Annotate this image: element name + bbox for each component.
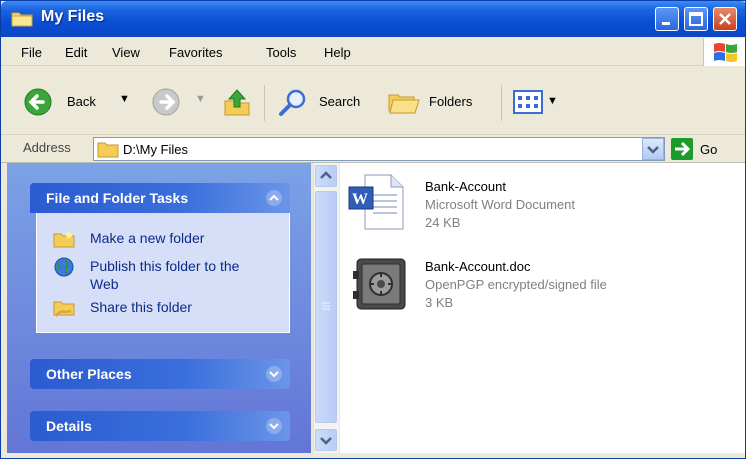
address-label: Address [23,140,71,155]
menu-favorites[interactable]: Favorites [169,45,222,60]
search-label: Search [319,94,361,109]
windows-flag-icon [714,43,737,62]
menu-bar: File Edit View Favorites Tools Help [1,37,745,66]
chevron-down-icon[interactable] [266,418,282,434]
forward-arrow-icon [152,88,180,116]
up-folder-icon[interactable] [223,87,251,117]
file-name[interactable]: Bank-Account.doc [425,259,531,274]
go-label[interactable]: Go [700,142,717,157]
file-size: 24 KB [425,215,461,230]
address-value: D:\My Files [123,142,188,157]
title-bar[interactable]: My Files [1,1,745,37]
file-name[interactable]: Bank-Account [425,179,506,194]
back-label: Back [67,94,96,109]
chevron-up-icon [320,171,332,179]
close-button[interactable] [713,7,737,31]
folder-icon [97,142,119,158]
safe-icon [353,258,406,310]
panel-title: File and Folder Tasks [46,190,189,206]
back-button[interactable]: Back ▼ [23,87,143,119]
maximize-button[interactable] [684,7,708,31]
grip-icon [322,302,330,310]
explorer-window: My Files File Edit View Favorites Tools … [0,0,746,459]
window-title: My Files [41,8,105,25]
share-folder-icon [53,301,75,317]
task-make-new-folder[interactable]: Make a new folder [90,229,204,247]
new-folder-icon [53,232,75,248]
close-icon [719,13,731,25]
maximize-icon [689,12,703,26]
file-type: Microsoft Word Document [425,197,576,212]
menu-file[interactable]: File [21,45,42,60]
toolbar-separator [501,85,502,121]
menu-view[interactable]: View [112,45,140,60]
scroll-down-button[interactable] [315,429,337,451]
forward-dropdown-icon[interactable]: ▼ [195,93,206,105]
scroll-thumb[interactable] [315,191,337,423]
go-button[interactable] [671,138,693,160]
task-publish-folder[interactable]: Publish this folder to the Web [90,257,270,293]
views-icon [513,90,543,114]
file-type: OpenPGP encrypted/signed file [425,277,607,292]
back-arrow-icon [24,88,52,116]
go-arrow-icon [675,141,691,157]
folders-icon [388,94,420,114]
details-header[interactable]: Details [30,411,290,441]
folders-button[interactable]: Folders [387,87,497,119]
menu-edit[interactable]: Edit [65,45,87,60]
panel-title: Details [46,418,92,434]
chevron-down-icon[interactable] [266,366,282,382]
search-button[interactable]: Search [277,87,377,119]
toolbar-separator [264,85,265,121]
word-document-icon: W [348,174,404,230]
minimize-icon [662,22,670,25]
task-share-folder[interactable]: Share this folder [90,298,192,316]
file-size: 3 KB [425,295,454,310]
chevron-down-icon [320,437,332,445]
address-dropdown-button[interactable] [642,138,664,160]
chevron-down-icon [647,146,659,154]
views-button[interactable]: ▼ [513,89,561,117]
folders-label: Folders [429,94,473,109]
other-places-header[interactable]: Other Places [30,359,290,389]
menu-tools[interactable]: Tools [266,45,296,60]
file-folder-tasks-header[interactable]: File and Folder Tasks [30,183,290,213]
scroll-up-button[interactable] [315,165,337,187]
search-icon [279,89,306,116]
chevron-up-icon[interactable] [266,190,282,206]
svg-text:W: W [352,191,368,208]
minimize-button[interactable] [655,7,679,31]
back-dropdown-icon[interactable]: ▼ [119,93,130,105]
folder-icon [11,12,33,27]
panel-title: Other Places [46,366,132,382]
globe-icon [54,257,74,277]
forward-button[interactable]: ▼ [151,87,209,119]
views-dropdown-icon[interactable]: ▼ [547,95,558,107]
menu-help[interactable]: Help [324,45,351,60]
windows-logo [703,38,745,66]
